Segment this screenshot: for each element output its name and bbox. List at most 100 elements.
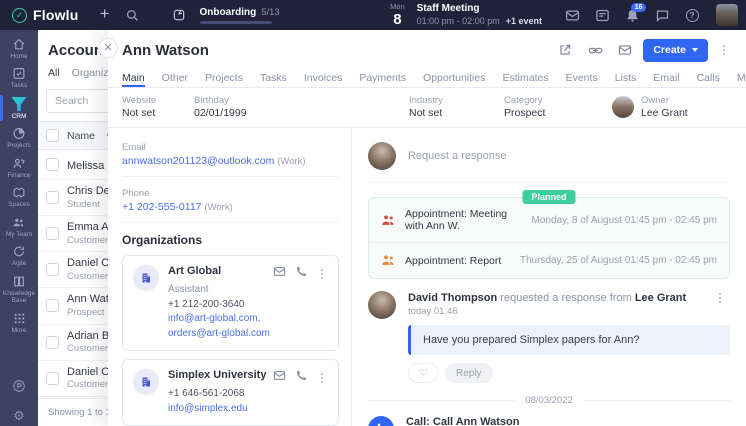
call-log-item[interactable]: Call: Call Ann Watson Completed: 08/03/2… xyxy=(368,416,730,426)
row-checkbox[interactable] xyxy=(46,191,59,204)
message-more-icon[interactable]: ⋮ xyxy=(710,291,730,305)
nav-item-projects[interactable]: Projects xyxy=(0,123,38,152)
tab-payments[interactable]: Payments xyxy=(359,72,406,87)
appointment-time: Thursday, 25 of August 01:45 pm - 02:45 … xyxy=(520,255,717,266)
nav-item-spaces[interactable]: Spaces xyxy=(0,182,38,211)
onboarding-label: Onboarding xyxy=(200,7,257,18)
organization-name[interactable]: Simplex University xyxy=(168,369,266,381)
mail-icon[interactable] xyxy=(558,8,586,23)
chevron-down-icon xyxy=(692,48,698,52)
calendar-date[interactable]: Mon 8 xyxy=(390,3,405,27)
organization-email[interactable]: info@simplex.edu xyxy=(168,403,248,414)
org-more-icon[interactable]: ⋮ xyxy=(316,371,328,385)
account-subtitle: Student xyxy=(67,199,110,210)
org-call-icon[interactable] xyxy=(295,369,307,387)
nav-item-knowledge-base[interactable]: Knowledge Base xyxy=(0,271,38,308)
row-checkbox[interactable] xyxy=(46,299,59,312)
org-call-icon[interactable] xyxy=(295,265,307,283)
field-owner[interactable]: Owner Lee Grant xyxy=(612,95,732,121)
close-icon[interactable]: ✕ xyxy=(98,38,118,58)
flowlu-logo[interactable]: ✓ Flowlu xyxy=(0,7,91,23)
organization-name[interactable]: Art Global xyxy=(168,265,221,277)
tab-calls[interactable]: Calls xyxy=(697,72,720,87)
tab-events[interactable]: Events xyxy=(566,72,598,87)
organization-card[interactable]: Art Global ⋮ Assistant +1 212-200-3640 i… xyxy=(122,255,339,351)
select-all-checkbox[interactable] xyxy=(46,129,59,142)
nav-item-home[interactable]: Home xyxy=(0,34,38,63)
email-link[interactable]: annwatson201123@outlook.com xyxy=(122,155,274,167)
feed-icon[interactable] xyxy=(588,8,616,23)
tab-mailchimp[interactable]: Mailchimp xyxy=(737,72,746,87)
tab-estimates[interactable]: Estimates xyxy=(502,72,548,87)
phone-block: Phone +1 202-555-0117 (Work) xyxy=(122,186,339,223)
account-subtitle: Customer xyxy=(67,271,110,282)
account-name: Chris De xyxy=(67,185,110,199)
nav-item-agile[interactable]: Agile xyxy=(0,241,38,270)
org-email-icon[interactable] xyxy=(273,369,286,387)
nav-label: Tasks xyxy=(11,82,28,89)
organization-email[interactable]: orders@art-global.com xyxy=(168,328,270,339)
nav-label: My Team xyxy=(6,231,32,238)
request-response-row: Request a response xyxy=(368,142,730,183)
send-email-icon[interactable] xyxy=(613,39,637,61)
org-email-icon[interactable] xyxy=(273,265,286,283)
event-extra-count[interactable]: +1 event xyxy=(506,16,542,27)
calendar-day-name: Mon xyxy=(390,3,405,11)
chat-icon[interactable] xyxy=(648,8,676,23)
accounts-tab-all[interactable]: All xyxy=(48,67,60,79)
copy-link-icon[interactable] xyxy=(583,39,607,61)
phone-link[interactable]: +1 202-555-0117 xyxy=(122,201,202,213)
tab-projects[interactable]: Projects xyxy=(205,72,243,87)
organization-card[interactable]: Simplex University ⋮ +1 646-561-2068 inf… xyxy=(122,359,339,426)
row-checkbox[interactable] xyxy=(46,263,59,276)
nav-label: Spaces xyxy=(8,201,30,208)
heart-icon[interactable]: ♡ xyxy=(408,363,439,383)
tab-email[interactable]: Email xyxy=(653,72,679,87)
notifications-bell-icon[interactable]: 16 xyxy=(618,8,646,23)
appointment-item[interactable]: Appointment: Report Thursday, 25 of Augu… xyxy=(369,242,729,278)
appointment-item[interactable]: Appointment: Meeting with Ann W. Monday,… xyxy=(369,198,729,242)
row-checkbox[interactable] xyxy=(46,336,59,349)
onboarding-progress-bar xyxy=(200,21,272,24)
reply-button[interactable]: Reply xyxy=(445,363,493,383)
tab-lists[interactable]: Lists xyxy=(615,72,637,87)
search-icon[interactable] xyxy=(119,9,147,22)
row-checkbox[interactable] xyxy=(46,372,59,385)
more-actions-icon[interactable]: ⋮ xyxy=(714,43,734,57)
detail-tabs: Main Other Projects Tasks Invoices Payme… xyxy=(108,64,746,88)
nav-item-tasks[interactable]: Tasks xyxy=(0,63,38,92)
user-avatar[interactable] xyxy=(716,4,738,26)
row-checkbox[interactable] xyxy=(46,158,59,171)
tab-tasks[interactable]: Tasks xyxy=(260,72,287,87)
side-navigation: Home Tasks CRM Projects Finance Spaces M… xyxy=(0,30,38,426)
nav-item-crm[interactable]: CRM xyxy=(0,93,38,123)
email-block: Email annwatson201123@outlook.com (Work) xyxy=(122,140,339,177)
upcoming-event[interactable]: Staff Meeting 01:00 pm - 02:00 pm +1 eve… xyxy=(417,3,542,27)
message-target[interactable]: Lee Grant xyxy=(635,292,686,304)
org-more-icon[interactable]: ⋮ xyxy=(316,267,328,281)
message-author[interactable]: David Thompson xyxy=(408,292,497,304)
row-checkbox[interactable] xyxy=(46,227,59,240)
nav-label: Projects xyxy=(7,142,30,149)
contact-info-column: Email annwatson201123@outlook.com (Work)… xyxy=(108,128,352,426)
organization-email[interactable]: info@art-global.com, xyxy=(168,313,260,324)
help-icon[interactable]: ? xyxy=(678,9,706,22)
nav-item-more[interactable]: More xyxy=(0,308,38,337)
appointment-time: Monday, 8 of August 01:45 pm - 02:45 pm xyxy=(532,215,717,226)
account-name: Daniel O xyxy=(67,366,110,380)
apps-icon[interactable] xyxy=(12,379,26,398)
tab-main[interactable]: Main xyxy=(122,72,145,87)
create-button[interactable]: Create xyxy=(643,39,708,62)
nav-item-my-team[interactable]: My Team xyxy=(0,212,38,241)
add-icon[interactable]: + xyxy=(91,6,119,24)
settings-icon[interactable]: ⚙ xyxy=(13,408,25,424)
tab-other[interactable]: Other xyxy=(162,72,188,87)
request-response-input[interactable]: Request a response xyxy=(408,150,506,162)
name-column-header[interactable]: Name xyxy=(67,130,95,142)
tab-invoices[interactable]: Invoices xyxy=(304,72,343,87)
tab-opportunities[interactable]: Opportunities xyxy=(423,72,485,87)
nav-item-finance[interactable]: Finance xyxy=(0,153,38,182)
organization-phone: +1 212-200-3640 xyxy=(168,298,328,313)
onboarding-widget[interactable]: Onboarding 5/13 xyxy=(165,7,280,24)
open-in-new-icon[interactable] xyxy=(553,39,577,61)
